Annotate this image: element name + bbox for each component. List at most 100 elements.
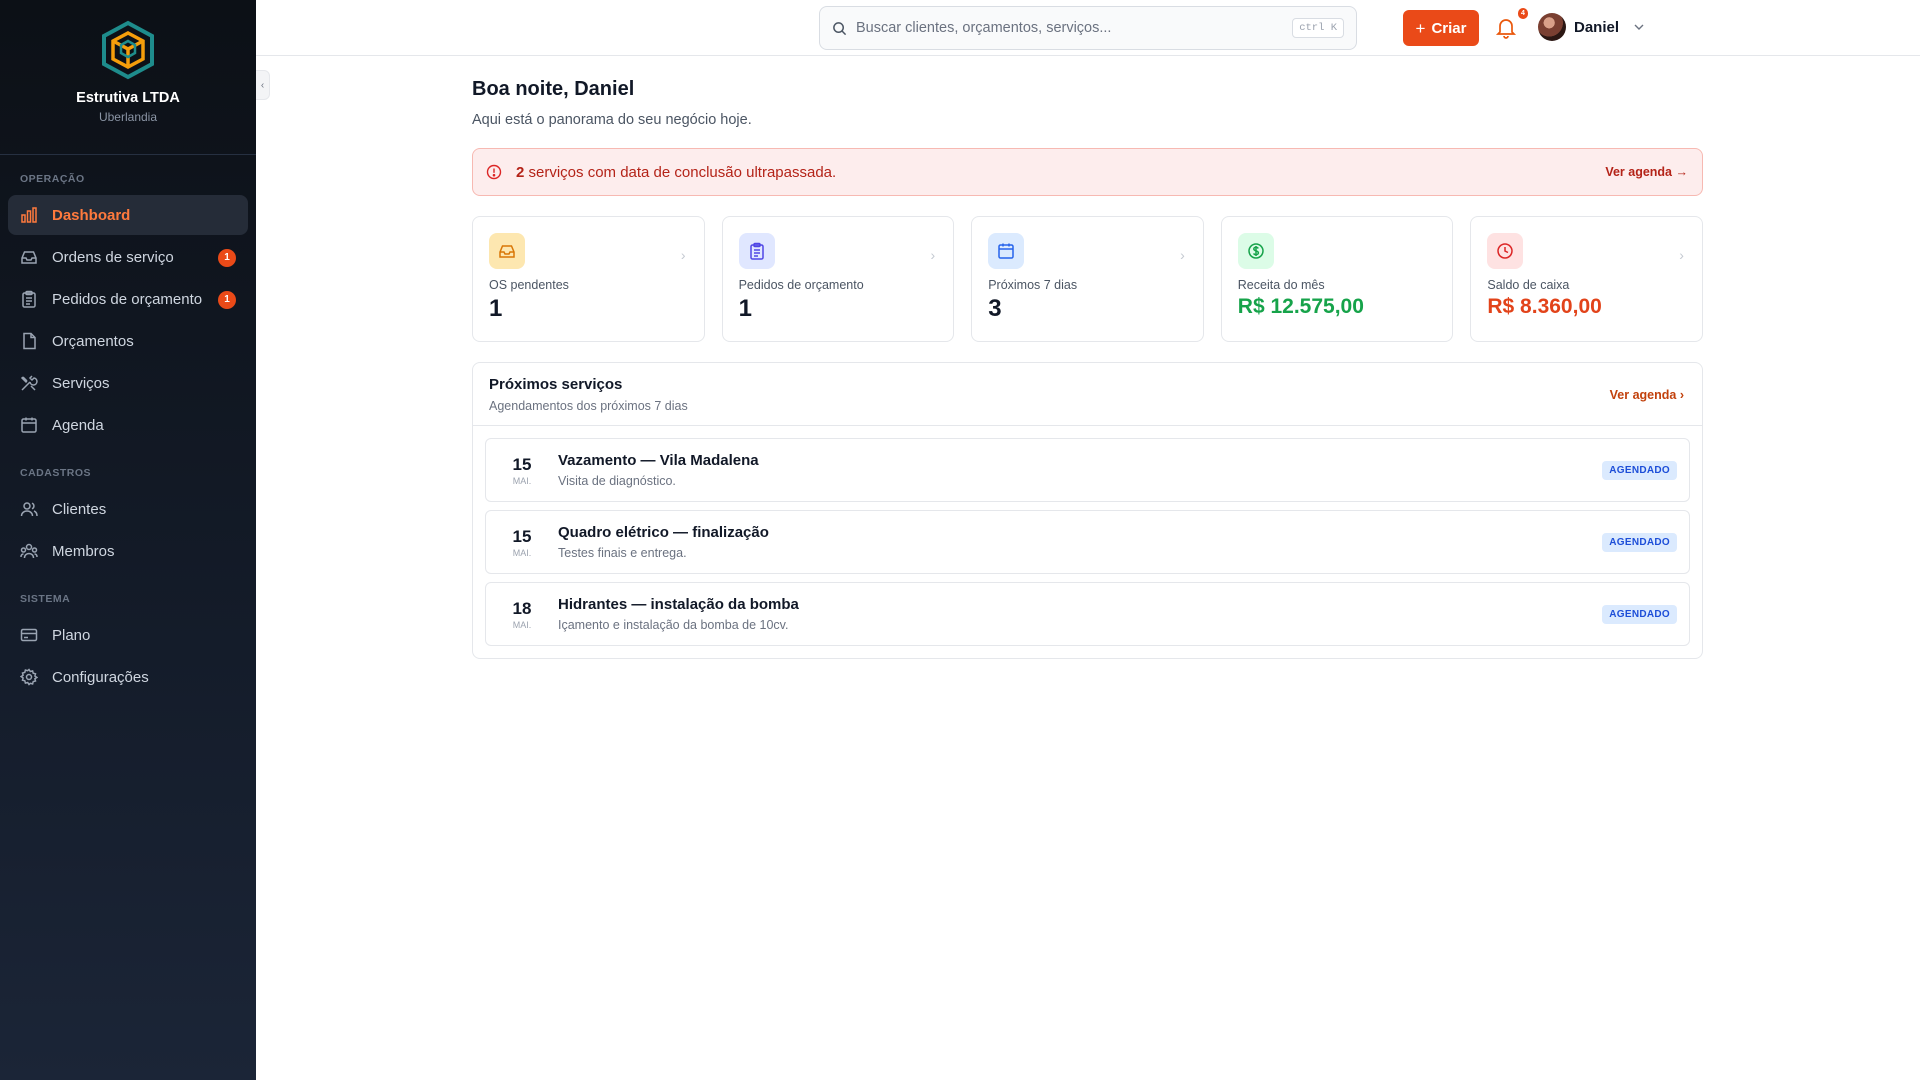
sidebar-item-label: Pedidos de orçamento	[52, 290, 203, 308]
notification-badge: 1	[218, 249, 236, 267]
status-badge: AGENDADO	[1602, 461, 1677, 480]
list-item[interactable]: 18 MAI. Hidrantes — instalação da bomba …	[485, 582, 1690, 646]
status-badge: AGENDADO	[1602, 605, 1677, 624]
stat-card-pedidos-de-orcamento[interactable]: › Pedidos de orçamento 1	[721, 216, 955, 342]
appointment-date: 18 MAI.	[486, 599, 558, 630]
page-title: Boa noite, Daniel	[472, 78, 635, 100]
alert-text: serviços com data de conclusão ultrapass…	[524, 163, 837, 181]
global-search[interactable]: ctrl K	[819, 6, 1357, 50]
stat-value: 3	[988, 295, 1002, 322]
sidebar-item-orcamentos[interactable]: Orçamentos	[8, 321, 248, 361]
sidebar-item-clientes[interactable]: Clientes	[8, 489, 248, 529]
inbox-icon	[21, 251, 37, 264]
alert-message: 2 serviços com data de conclusão ultrapa…	[516, 164, 836, 181]
stat-value: R$ 8.360,00	[1487, 295, 1602, 318]
sidebar-item-plano[interactable]: Plano	[8, 615, 248, 655]
stat-label: Próximos 7 dias	[988, 278, 1078, 292]
appointment-info: Hidrantes — instalação da bomba Içamento…	[558, 596, 799, 632]
sidebar-item-label: Configurações	[52, 668, 149, 686]
page-subtitle: Aqui está o panorama do seu negócio hoje…	[472, 112, 752, 128]
sidebar-item-membros[interactable]: Membros	[8, 531, 248, 571]
stat-label: Receita do mês	[1237, 278, 1325, 292]
company-header: Estrutiva LTDA Uberlandia	[0, 0, 256, 155]
status-badge: AGENDADO	[1602, 533, 1677, 552]
view-agenda-link[interactable]: Ver agenda ›	[1610, 388, 1684, 402]
sidebar-item-servicos[interactable]: Serviços	[8, 363, 248, 403]
chevron-right-icon: ›	[680, 247, 686, 263]
appointment-title: Hidrantes — instalação da bomba	[558, 596, 799, 613]
clipboard-icon	[22, 290, 36, 308]
sidebar-item-pedidos-de-orcamento[interactable]: Pedidos de orçamento 1	[8, 279, 248, 319]
sidebar-item-ordens-de-servico[interactable]: Ordens de serviço 1	[8, 237, 248, 277]
sidebar-item-label: Plano	[52, 626, 91, 644]
calendar-icon	[21, 417, 37, 433]
stat-card-os-pendentes[interactable]: › OS pendentes 1	[472, 216, 705, 342]
cube-logo-icon	[102, 20, 154, 80]
stat-icon-wrapper	[738, 233, 775, 269]
users-icon	[20, 502, 38, 517]
sidebar-item-agenda[interactable]: Agenda	[8, 405, 248, 445]
stat-value: 1	[489, 295, 503, 322]
appointment-date: 15 MAI.	[486, 527, 558, 558]
chevron-right-icon: ›	[1679, 388, 1684, 402]
sidebar-item-configuracoes[interactable]: Configurações	[8, 657, 248, 697]
document-icon	[23, 332, 36, 350]
user-name: Daniel	[1574, 18, 1620, 36]
inbox-icon	[499, 245, 515, 258]
sidebar: Estrutiva LTDA Uberlandia OPERAÇÃO Dashb…	[0, 0, 256, 1080]
members-icon	[20, 543, 38, 559]
search-icon	[833, 21, 847, 35]
appointment-description: Içamento e instalação da bomba de 10cv.	[558, 618, 789, 632]
sidebar-item-label: Clientes	[52, 500, 107, 518]
search-shortcut: ctrl K	[1292, 18, 1344, 38]
tools-icon	[20, 375, 38, 391]
dollar-icon	[1248, 243, 1264, 259]
appointment-month: MAI.	[512, 547, 532, 558]
gear-icon	[20, 668, 38, 686]
stat-value: R$ 12.575,00	[1237, 295, 1364, 318]
appointment-info: Vazamento — Vila Madalena Visita de diag…	[558, 452, 759, 488]
stat-icon-wrapper	[1237, 233, 1274, 269]
sidebar-item-label: Dashboard	[52, 206, 131, 224]
sidebar-item-label: Agenda	[52, 416, 104, 434]
panel-title: Próximos serviços	[489, 376, 623, 393]
stat-label: Pedidos de orçamento	[738, 278, 864, 292]
stat-card-saldo-de-caixa[interactable]: › Saldo de caixa R$ 8.360,00	[1470, 216, 1703, 342]
chevron-right-icon: ›	[1180, 247, 1185, 263]
sidebar-item-label: Orçamentos	[52, 332, 134, 350]
appointment-description: Testes finais e entrega.	[558, 546, 687, 560]
stat-icon-wrapper	[988, 233, 1025, 269]
list-item[interactable]: 15 MAI. Vazamento — Vila Madalena Visita…	[485, 438, 1690, 502]
sidebar-item-label: Membros	[52, 542, 115, 560]
sidebar-nav: OPERAÇÃO Dashboard Ordens de serviço 1 P…	[0, 155, 256, 697]
credit-card-icon	[20, 628, 38, 642]
view-agenda-link[interactable]: Ver agenda →	[1605, 165, 1688, 179]
stat-label: Saldo de caixa	[1487, 278, 1570, 292]
sidebar-item-dashboard[interactable]: Dashboard	[8, 195, 248, 235]
appointment-info: Quadro elétrico — finalização Testes fin…	[558, 524, 769, 560]
chevron-left-icon: ‹	[260, 79, 265, 91]
nav-section-cadastros: CADASTROS	[20, 467, 92, 479]
upcoming-services-panel: Próximos serviços Agendamentos dos próxi…	[472, 362, 1703, 659]
avatar	[1538, 13, 1566, 41]
list-item[interactable]: 15 MAI. Quadro elétrico — finalização Te…	[485, 510, 1690, 574]
create-button[interactable]: + Criar	[1403, 10, 1479, 46]
notification-count-badge: 4	[1518, 8, 1528, 19]
company-city: Uberlandia	[98, 110, 158, 124]
collapse-sidebar-button[interactable]: ‹	[256, 70, 270, 100]
stat-card-receita-do-mes: Receita do mês R$ 12.575,00	[1220, 216, 1454, 342]
appointment-title: Quadro elétrico — finalização	[558, 524, 769, 541]
notification-badge: 1	[218, 291, 236, 309]
appointment-title: Vazamento — Vila Madalena	[558, 452, 759, 469]
appointment-day: 15	[512, 526, 532, 546]
search-input[interactable]	[856, 20, 1293, 36]
nav-section-operacao: OPERAÇÃO	[20, 173, 85, 185]
chevron-right-icon: ›	[1679, 247, 1684, 263]
company-name: Estrutiva LTDA	[76, 90, 180, 106]
user-menu[interactable]: Daniel	[1538, 13, 1645, 41]
bell-icon[interactable]	[1493, 15, 1519, 41]
create-button-label: Criar	[1431, 19, 1467, 37]
stat-card-proximos-7-dias[interactable]: › Próximos 7 dias 3	[971, 216, 1204, 342]
chevron-right-icon: ›	[930, 247, 936, 263]
stats-row: › OS pendentes 1 › Pedidos de orçamento …	[472, 216, 1703, 342]
